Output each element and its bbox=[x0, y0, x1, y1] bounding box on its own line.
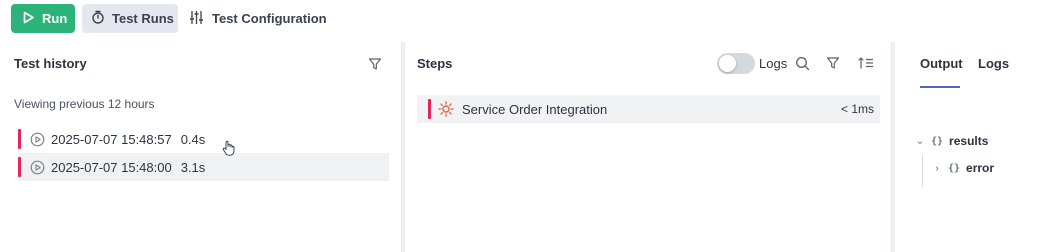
play-circle-icon bbox=[29, 159, 45, 175]
steps-title: Steps bbox=[417, 56, 453, 71]
filter-icon[interactable] bbox=[823, 53, 843, 73]
logs-toggle[interactable] bbox=[717, 53, 755, 74]
hand-cursor-icon bbox=[222, 140, 235, 159]
play-icon bbox=[22, 11, 35, 27]
test-history-title: Test history bbox=[14, 56, 87, 71]
step-duration: < 1ms bbox=[840, 102, 874, 116]
run-button[interactable]: Run bbox=[11, 4, 75, 33]
toggle-knob bbox=[719, 55, 736, 72]
steps-panel: Steps Logs Service Order Integration < 1… bbox=[405, 42, 892, 252]
test-configuration-label: Test Configuration bbox=[212, 11, 327, 26]
test-history-panel: Test history Viewing previous 12 hours 2… bbox=[0, 42, 402, 252]
tab-output[interactable]: Output bbox=[920, 56, 963, 71]
history-range-text: Viewing previous 12 hours bbox=[14, 97, 155, 111]
tree-node-results[interactable]: ⌄ {} results bbox=[915, 134, 989, 148]
test-runs-button[interactable]: Test Runs bbox=[82, 4, 178, 33]
chevron-right-icon[interactable]: › bbox=[932, 163, 942, 174]
play-circle-icon bbox=[29, 131, 45, 147]
run-label: Run bbox=[42, 11, 68, 26]
history-row[interactable]: 2025-07-07 15:48:57 0.4s bbox=[18, 125, 389, 153]
test-configuration-button[interactable]: Test Configuration bbox=[189, 4, 327, 33]
object-braces-icon: {} bbox=[931, 135, 944, 147]
history-row[interactable]: 2025-07-07 15:48:00 3.1s bbox=[18, 153, 389, 181]
toolbar: Run Test Runs Test Configuration bbox=[0, 0, 1060, 38]
history-timestamp: 2025-07-07 15:48:00 bbox=[51, 159, 172, 175]
output-panel: Output Logs ⌄ {} results › {} error bbox=[895, 42, 1060, 252]
tree-node-label: error bbox=[966, 161, 995, 175]
sun-icon bbox=[438, 101, 454, 117]
history-duration: 0.4s bbox=[180, 131, 206, 147]
sliders-icon bbox=[189, 10, 204, 28]
history-duration: 3.1s bbox=[180, 159, 206, 175]
chevron-down-icon[interactable]: ⌄ bbox=[915, 136, 925, 147]
search-icon[interactable] bbox=[792, 53, 812, 73]
status-bar bbox=[18, 129, 21, 149]
filter-icon[interactable] bbox=[365, 54, 385, 74]
active-tab-indicator bbox=[920, 86, 960, 88]
step-name: Service Order Integration bbox=[462, 101, 608, 117]
test-runs-label: Test Runs bbox=[112, 11, 174, 26]
tree-node-error[interactable]: › {} error bbox=[932, 161, 994, 175]
status-bar bbox=[428, 99, 431, 119]
logs-toggle-label: Logs bbox=[759, 56, 788, 71]
object-braces-icon: {} bbox=[948, 162, 961, 174]
tab-logs[interactable]: Logs bbox=[978, 56, 1009, 71]
stopwatch-icon bbox=[91, 10, 105, 27]
sort-icon[interactable] bbox=[856, 53, 876, 73]
history-timestamp: 2025-07-07 15:48:57 bbox=[51, 131, 172, 147]
tree-guide-line bbox=[922, 155, 923, 187]
status-bar bbox=[18, 157, 21, 177]
tree-node-label: results bbox=[949, 134, 989, 148]
step-row[interactable]: Service Order Integration < 1ms bbox=[417, 95, 880, 123]
